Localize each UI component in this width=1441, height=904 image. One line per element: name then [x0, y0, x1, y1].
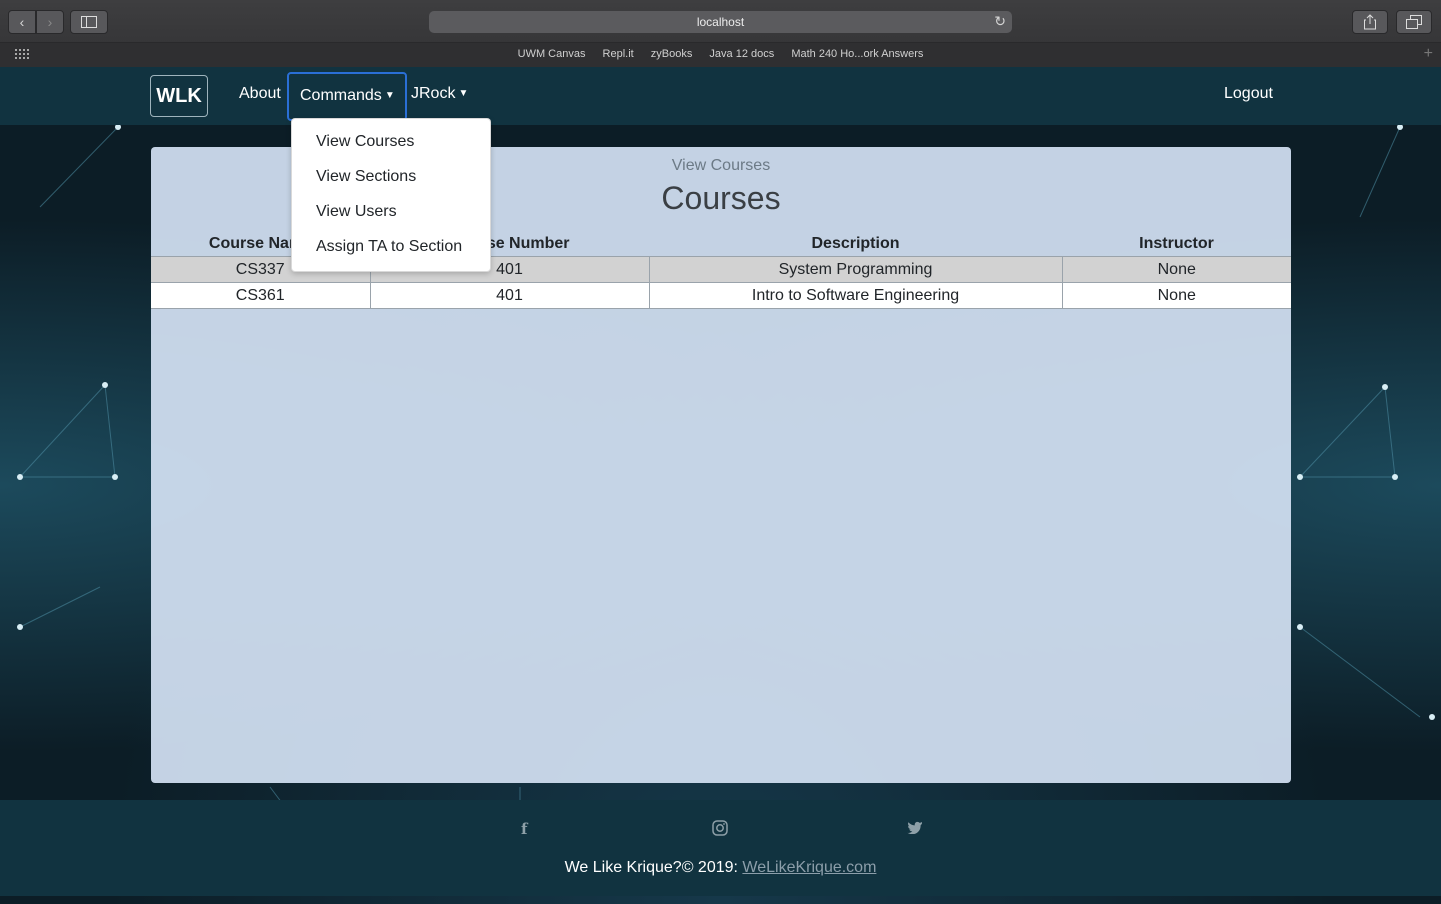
dropdown-item-view-users[interactable]: View Users: [316, 203, 397, 221]
forward-button[interactable]: ›: [36, 10, 64, 34]
description-cell: Intro to Software Engineering: [648, 282, 1063, 309]
instructor-cell: None: [1061, 256, 1291, 283]
footer-copyright: We Like Krique?© 2019: WeLikeKrique.com: [0, 859, 1441, 877]
logout-link[interactable]: Logout: [1224, 85, 1273, 103]
nav-user-label: JRock: [411, 85, 456, 102]
column-header: Instructor: [1139, 234, 1214, 252]
column-header: Description: [811, 234, 900, 252]
caret-down-icon: ▼: [384, 90, 395, 101]
table-row[interactable]: CS361 401 Intro to Software Engineering …: [151, 282, 1291, 309]
instagram-glyph: [712, 820, 728, 836]
course-number-cell: 401: [369, 282, 650, 309]
dropdown-item-view-courses[interactable]: View Courses: [316, 133, 414, 151]
dropdown-item-view-sections[interactable]: View Sections: [316, 168, 416, 186]
new-tab-icon[interactable]: +: [1424, 45, 1433, 63]
bookmark-item[interactable]: Java 12 docs: [709, 48, 774, 60]
page-footer: f We Like Krique?© 2019: WeLikeKrique.co…: [0, 800, 1441, 896]
nav-user-dropdown[interactable]: JRock ▼: [411, 85, 468, 103]
instructor-cell: None: [1061, 282, 1291, 309]
twitter-glyph: [907, 821, 922, 835]
share-button[interactable]: [1352, 10, 1388, 34]
share-icon: [1364, 14, 1376, 30]
show-tabs-button[interactable]: [1396, 10, 1432, 34]
web-page: WLK About Commands ▼ JRock ▼ Logout View C…: [0, 67, 1441, 904]
caret-down-icon: ▼: [458, 88, 469, 99]
browser-chrome: ‹ › localhost ↻ UWM Canvas Repl.it zyBoo…: [0, 0, 1441, 67]
bookmark-list: UWM Canvas Repl.it zyBooks Java 12 docs …: [0, 48, 1441, 60]
sidebar-icon: [81, 16, 97, 28]
back-button[interactable]: ‹: [8, 10, 36, 34]
instagram-icon[interactable]: [712, 820, 728, 840]
nav-about-link[interactable]: About: [239, 85, 281, 103]
browser-toolbar: ‹ › localhost ↻: [0, 0, 1441, 42]
facebook-icon[interactable]: f: [521, 820, 527, 838]
address-bar[interactable]: localhost ↻: [429, 11, 1012, 33]
bookmark-item[interactable]: Repl.it: [603, 48, 634, 60]
footer-link[interactable]: WeLikeKrique.com: [742, 859, 876, 876]
nav-commands-dropdown[interactable]: Commands ▼: [287, 72, 407, 121]
description-cell: System Programming: [648, 256, 1063, 283]
tabs-icon: [1406, 15, 1422, 29]
history-buttons: ‹ ›: [8, 10, 64, 34]
bookmark-item[interactable]: zyBooks: [651, 48, 693, 60]
twitter-icon[interactable]: [907, 820, 923, 838]
bookmark-item[interactable]: Math 240 Ho...ork Answers: [791, 48, 923, 60]
reload-icon[interactable]: ↻: [994, 13, 1006, 30]
sidebar-toggle-button[interactable]: [70, 10, 108, 34]
footer-text: We Like Krique?© 2019:: [564, 859, 738, 876]
url-text: localhost: [696, 15, 745, 29]
brand-logo[interactable]: WLK: [150, 75, 208, 117]
bookmark-item[interactable]: UWM Canvas: [518, 48, 586, 60]
course-name-cell: CS361: [151, 282, 371, 309]
dropdown-item-assign-ta[interactable]: Assign TA to Section: [316, 238, 462, 256]
bookmarks-bar: UWM Canvas Repl.it zyBooks Java 12 docs …: [0, 42, 1441, 67]
nav-commands-label: Commands: [300, 87, 382, 104]
top-navbar: WLK About Commands ▼ JRock ▼ Logout: [0, 67, 1441, 125]
commands-dropdown-menu: View Courses View Sections View Users As…: [291, 118, 491, 272]
